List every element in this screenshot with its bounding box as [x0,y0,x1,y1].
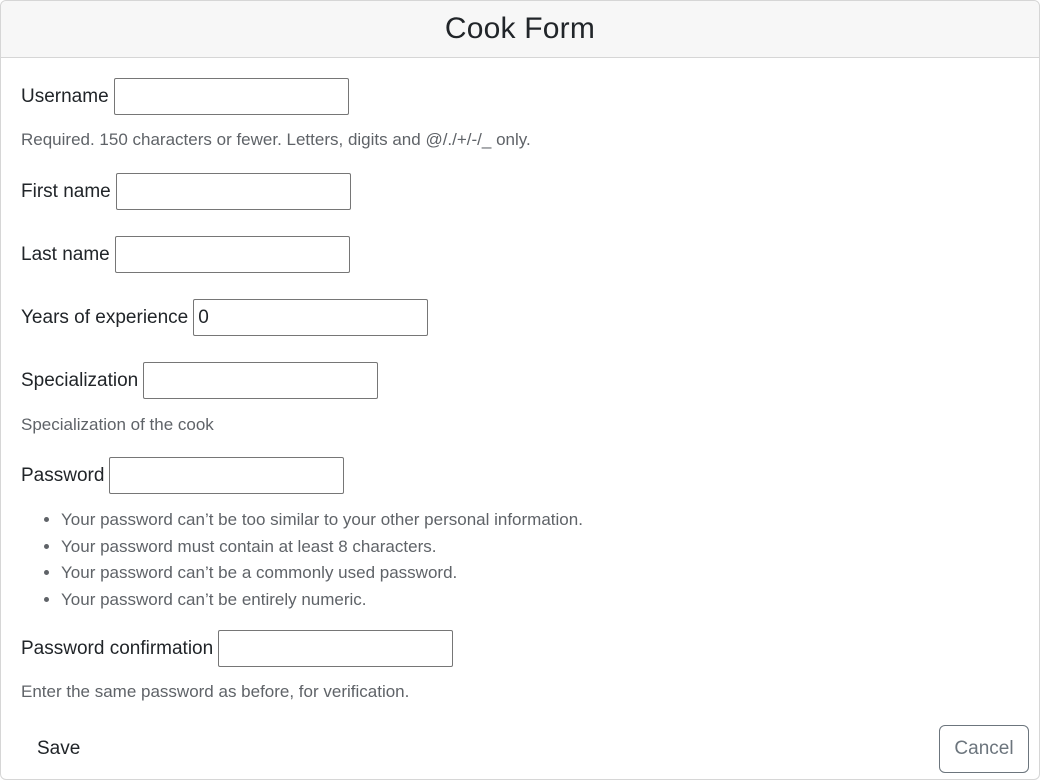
specialization-input[interactable] [143,362,379,399]
list-item: Your password can’t be too similar to yo… [61,507,583,534]
save-button[interactable]: Save [21,729,96,769]
username-row: Username [21,78,349,115]
username-help: Required. 150 characters or fewer. Lette… [21,130,531,149]
cancel-button[interactable]: Cancel [939,725,1029,773]
password-confirmation-help: Enter the same password as before, for v… [21,682,410,701]
years-of-experience-input[interactable] [193,299,429,336]
password-rules-list: Your password can’t be too similar to yo… [21,507,583,613]
last-name-input[interactable] [114,236,350,273]
specialization-label: Specialization [21,369,139,391]
password-confirmation-label: Password confirmation [21,637,214,659]
specialization-row: Specialization [21,362,379,399]
password-input[interactable] [109,457,345,494]
first-name-input[interactable] [115,173,351,210]
years-of-experience-row: Years of experience [21,299,429,336]
specialization-help: Specialization of the cook [21,415,214,434]
card-header: Cook Form [1,1,1039,58]
last-name-row: Last name [21,236,350,273]
list-item: Your password can’t be entirely numeric. [61,587,583,614]
cook-form-card: Cook Form Username Required. 150 charact… [0,0,1040,780]
years-of-experience-label: Years of experience [21,306,189,328]
list-item: Your password must contain at least 8 ch… [61,534,583,561]
password-label: Password [21,464,105,486]
page-title: Cook Form [444,12,596,45]
first-name-label: First name [21,180,111,202]
first-name-row: First name [21,173,351,210]
password-confirmation-input[interactable] [218,630,454,667]
list-item: Your password can’t be a commonly used p… [61,560,583,587]
password-row: Password [21,457,345,494]
username-label: Username [21,85,109,107]
last-name-label: Last name [21,243,110,265]
username-input[interactable] [113,78,349,115]
password-confirmation-row: Password confirmation [21,630,454,667]
